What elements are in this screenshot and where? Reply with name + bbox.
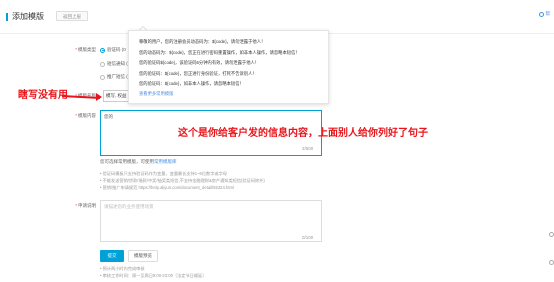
dropdown-item[interactable]: 您的验证码：${code}，您正进行身份验证，打死不告诉别人！: [139, 69, 318, 80]
title-accent-bar: [6, 13, 8, 21]
dropdown-item[interactable]: 您的验证码${code}，该验证码5分钟内有效，请勿泄露于他人！: [139, 58, 318, 69]
tip-line: • 验证码模板只支持验证码作为变量，变量最长支持1~6位数字或字母: [100, 171, 227, 176]
more-templates-link[interactable]: 查看更多常用模版: [139, 91, 318, 97]
template-hint: 您可选择常用模版，可使用常用模版库: [100, 159, 177, 164]
type-option-verify[interactable]: 验证码 (0: [100, 47, 126, 53]
radio-icon: [100, 61, 105, 67]
dropdown-item[interactable]: 您的动态码为：${code}，您正在进行密码重置操作，如非本人操作，请忽略本短信…: [139, 48, 318, 59]
type-option-notify[interactable]: 短信通知 (: [100, 61, 128, 67]
template-suggestion-dropdown: 尊敬的用户，您的注册会员动态码为：${code}，请勿泄露于他人！ 您的动态码为…: [128, 30, 329, 104]
review-notes: • 预计两小时内完成审核 • 审核工作时间：周一至周日9:00-23:00（法定…: [100, 266, 206, 279]
template-tips: • 验证码模板只支持验证码作为变量，变量最长支持1~6位数字或字母 • 不能发送…: [100, 170, 265, 191]
type-label: *模版类型: [75, 47, 96, 52]
annotation-center-note: 这个是你给客户发的信息内容，上面别人给你列好了句子: [178, 128, 428, 139]
floating-tool-icon[interactable]: [549, 260, 554, 265]
tip-line: • 不能发送营销/贷款/借款/中奖/抽奖类短信,不支持金融理财&房产通知类短信(…: [100, 178, 265, 183]
floating-tool-icon[interactable]: [549, 232, 554, 237]
content-char-count: 2/500: [302, 146, 314, 151]
review-note-line: • 审核工作时间：周一至周日9:00-23:00（法定节日顺延）: [100, 272, 207, 278]
radio-checked-icon: [100, 47, 105, 53]
desc-label: *申请说明: [75, 203, 96, 208]
help-link-label: 帮: [545, 11, 551, 16]
radio-icon: [100, 74, 105, 80]
tip-line: • 营销/推广申请规范 https://help.aliyun.com/docu…: [100, 185, 234, 190]
page-title: 添加模版: [12, 12, 44, 21]
template-library-link[interactable]: 常用模版库: [154, 159, 177, 164]
submit-button[interactable]: 提交: [100, 250, 124, 262]
name-input[interactable]: 模写, 权益: [103, 90, 131, 102]
dropdown-item[interactable]: 尊敬的用户，您的注册会员动态码为：${code}，请勿泄露于他人！: [139, 37, 318, 48]
desc-placeholder: 请描述您的业务使用场景: [104, 204, 154, 209]
annotation-arrow-head: [96, 93, 102, 101]
type-option-promo[interactable]: 推广短信 (: [100, 74, 128, 80]
content-label: *模版内容: [75, 113, 96, 118]
help-icon: [538, 11, 544, 17]
dropdown-item[interactable]: 您的验证码：${code}，如非本人操作，请忽略本短信！: [139, 79, 318, 90]
help-link[interactable]: 帮: [538, 11, 551, 17]
desc-char-count: 0/100: [302, 235, 314, 240]
back-button[interactable]: 返回上层: [56, 11, 88, 21]
annotation-left-note: 瞎写没有用: [18, 90, 68, 101]
content-value: 您的: [104, 114, 113, 119]
preview-button[interactable]: 模版预览: [128, 250, 158, 262]
